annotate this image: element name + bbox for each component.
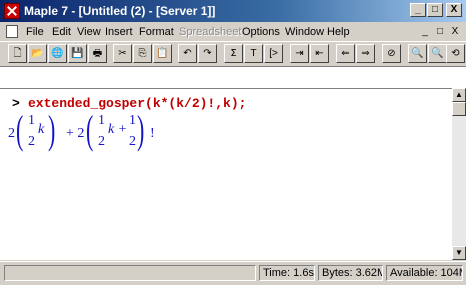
variable-k-1: k bbox=[38, 122, 45, 137]
status-bar: Time: 1.6s Bytes: 3.62M Available: 104M bbox=[0, 261, 466, 285]
left-paren-1: ( bbox=[16, 107, 24, 152]
new-document-icon[interactable]: 🗋 bbox=[8, 44, 27, 63]
binomial-top-3: 1 bbox=[129, 113, 136, 128]
menu-edit[interactable]: Edit bbox=[52, 26, 71, 38]
menu-window[interactable]: Window bbox=[285, 26, 324, 38]
plus-two: + 2 bbox=[66, 126, 85, 141]
variable-k-2: k + bbox=[108, 122, 128, 137]
menu-bar: File Edit View Insert Format Spreadsheet… bbox=[0, 22, 466, 41]
scroll-thumb[interactable] bbox=[452, 102, 466, 116]
menu-view[interactable]: View bbox=[77, 26, 101, 38]
scroll-up-button[interactable]: ▲ bbox=[452, 88, 466, 102]
worksheet[interactable] bbox=[0, 88, 452, 260]
paste-icon[interactable]: 📋 bbox=[153, 44, 172, 63]
close-button[interactable]: X bbox=[446, 3, 462, 17]
zoom-icon[interactable]: 🔍 bbox=[408, 44, 427, 63]
minimize-button[interactable]: _ bbox=[410, 3, 426, 17]
doc-close-button[interactable]: X bbox=[448, 26, 462, 38]
save-icon[interactable]: 💾 bbox=[68, 44, 87, 63]
insert-execution-group-icon[interactable]: [> bbox=[264, 44, 283, 63]
doc-minimize-button[interactable]: _ bbox=[418, 26, 432, 38]
insert-math-icon[interactable]: Σ bbox=[224, 44, 243, 63]
stop-icon[interactable]: ⊘ bbox=[382, 44, 401, 63]
menu-help[interactable]: Help bbox=[327, 26, 350, 38]
menu-insert[interactable]: Insert bbox=[105, 26, 133, 38]
output-coefficient-1: 2 bbox=[8, 126, 15, 141]
indent-icon[interactable]: ⇥ bbox=[290, 44, 309, 63]
forward-icon[interactable]: ⇒ bbox=[356, 44, 375, 63]
undo-icon[interactable]: ↶ bbox=[178, 44, 197, 63]
doc-restore-button[interactable]: □ bbox=[433, 26, 447, 38]
vertical-scrollbar[interactable]: ▲ ▼ bbox=[452, 88, 466, 260]
redo-icon[interactable]: ↷ bbox=[198, 44, 217, 63]
restart-icon[interactable]: ⟲ bbox=[446, 44, 465, 63]
document-icon[interactable] bbox=[6, 25, 18, 38]
binomial-top-1: 1 bbox=[28, 113, 35, 128]
maximize-button[interactable]: □ bbox=[427, 3, 443, 17]
status-message bbox=[4, 265, 256, 281]
binomial-bottom-1: 2 bbox=[28, 134, 35, 149]
right-paren-1: ) bbox=[48, 107, 56, 152]
menu-options[interactable]: Options bbox=[242, 26, 280, 38]
scroll-down-button[interactable]: ▼ bbox=[452, 246, 466, 260]
workspace-frame bbox=[0, 67, 466, 88]
title-bar[interactable]: Maple 7 - [Untitled (2) - [Server 1]] _ … bbox=[0, 0, 466, 22]
open-url-icon[interactable]: 🌐 bbox=[48, 44, 67, 63]
right-paren-2: ) bbox=[137, 107, 145, 152]
window-title: Maple 7 - [Untitled (2) - [Server 1]] bbox=[24, 4, 216, 18]
outdent-icon[interactable]: ⇤ bbox=[310, 44, 329, 63]
back-icon[interactable]: ⇐ bbox=[336, 44, 355, 63]
zoom-in-icon[interactable]: 🔍 bbox=[428, 44, 447, 63]
factorial-symbol: ! bbox=[150, 126, 155, 141]
insert-text-icon[interactable]: T bbox=[244, 44, 263, 63]
open-icon[interactable]: 📂 bbox=[28, 44, 47, 63]
copy-icon[interactable]: ⎘ bbox=[133, 44, 152, 63]
menu-spreadsheet[interactable]: Spreadsheet bbox=[179, 26, 241, 38]
menu-format[interactable]: Format bbox=[139, 26, 174, 38]
binomial-bottom-3: 2 bbox=[129, 134, 136, 149]
binomial-top-2: 1 bbox=[98, 113, 105, 128]
cut-icon[interactable]: ✂ bbox=[113, 44, 132, 63]
toolbar: 🗋 📂 🌐 💾 🖶 ✂ ⎘ 📋 ↶ ↷ Σ T [> ⇥ ⇤ ⇐ ⇒ ⊘ 🔍 🔍… bbox=[0, 41, 466, 67]
maple-icon[interactable] bbox=[4, 3, 20, 19]
print-icon[interactable]: 🖶 bbox=[88, 44, 107, 63]
binomial-bottom-2: 2 bbox=[98, 134, 105, 149]
left-paren-2: ( bbox=[86, 107, 94, 152]
status-time: Time: 1.6s bbox=[259, 265, 315, 281]
status-bytes: Bytes: 3.62M bbox=[318, 265, 383, 281]
status-available: Available: 104M bbox=[386, 265, 463, 281]
menu-file[interactable]: File bbox=[26, 26, 44, 38]
